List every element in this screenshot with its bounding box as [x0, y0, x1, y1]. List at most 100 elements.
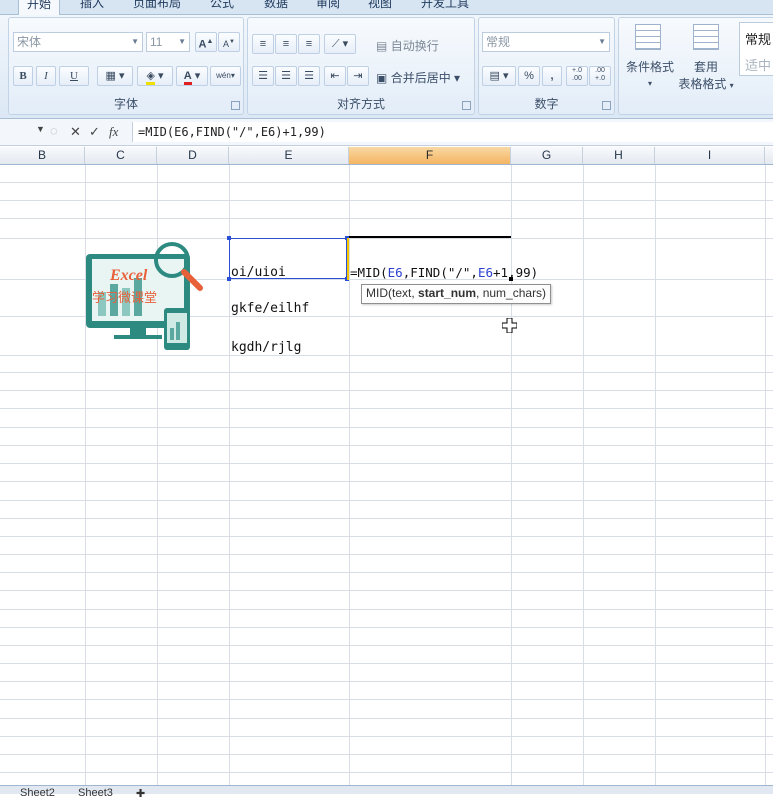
font-group-label: 字体: [113, 97, 138, 111]
column-header-g[interactable]: G: [511, 147, 583, 164]
merge-center-button[interactable]: ▣ 合并后居中 ▾: [376, 69, 460, 86]
italic-button[interactable]: I: [36, 66, 56, 86]
font-size-value: 11: [150, 35, 163, 49]
gridline-horizontal: [0, 772, 773, 773]
dialog-launcher-icon[interactable]: [231, 101, 240, 110]
fill-color-button[interactable]: ◈ ▾: [137, 66, 173, 86]
alignment-group-label: 对齐方式: [336, 97, 385, 111]
increase-indent-button[interactable]: ⇥: [347, 66, 369, 86]
sheet-tab-sheet2[interactable]: Sheet2: [20, 787, 55, 799]
decrease-indent-button[interactable]: ⇤: [324, 66, 346, 86]
gridline-horizontal: [0, 627, 773, 628]
cell-styles-gallery[interactable]: 常规 适中: [739, 22, 773, 76]
tooltip-rest: , num_chars): [476, 286, 547, 300]
dialog-launcher-icon[interactable]: [462, 101, 471, 110]
format-as-table-button[interactable]: 套用 表格格式 ▾: [673, 58, 739, 92]
cell-style-normal[interactable]: 常规: [745, 29, 771, 48]
column-header-c[interactable]: C: [85, 147, 157, 164]
font-name-combo[interactable]: 宋体 ▼: [13, 32, 143, 52]
column-header-h[interactable]: H: [583, 147, 655, 164]
shrink-font-button[interactable]: A▼: [218, 32, 240, 52]
borders-button[interactable]: ▦ ▾: [97, 66, 133, 86]
gridline-horizontal: [0, 590, 773, 591]
orientation-button[interactable]: ⟋ ▾: [324, 34, 356, 54]
name-box-dropdown-icon[interactable]: ▼: [36, 124, 45, 134]
phonetic-button[interactable]: wén▾: [210, 66, 241, 86]
cell-style-neutral[interactable]: 适中: [745, 55, 771, 74]
sheet-tab-sheet3[interactable]: Sheet3: [78, 787, 113, 799]
align-left-button[interactable]: ☰: [252, 66, 274, 86]
gridline-vertical: [765, 165, 766, 785]
underline-button[interactable]: U: [59, 66, 89, 86]
excel-class-logo[interactable]: Excel 学习微课堂: [80, 240, 215, 352]
range-selection-e6: [229, 238, 347, 279]
conditional-format-button[interactable]: 条件格式 ▾: [623, 58, 677, 89]
dialog-launcher-icon[interactable]: [602, 101, 611, 110]
gridline-horizontal: [0, 445, 773, 446]
font-color-button[interactable]: A ▾: [176, 66, 208, 86]
decrease-decimal-button[interactable]: .00 +.0: [589, 66, 611, 86]
formula-bar-splitter-icon[interactable]: ◌: [50, 123, 58, 138]
align-middle-button[interactable]: ≡: [275, 34, 297, 54]
accounting-format-button[interactable]: ▤ ▾: [482, 66, 516, 86]
tab-view[interactable]: 视图: [368, 0, 392, 14]
gridline-horizontal: [0, 736, 773, 737]
tab-page-layout[interactable]: 页面布局: [133, 0, 181, 14]
styles-group: 条件格式 ▾ 套用 表格格式 ▾ 常规 适中: [618, 17, 773, 115]
align-bottom-button[interactable]: ≡: [298, 34, 320, 54]
cell-e7[interactable]: gkfe/eilhf: [231, 301, 309, 316]
wrap-text-button[interactable]: ▤ 自动换行: [376, 37, 439, 54]
gridline-horizontal: [0, 427, 773, 428]
comma-button[interactable]: ,: [542, 66, 562, 86]
insert-function-icon[interactable]: fx: [109, 124, 118, 140]
tab-developer[interactable]: 开发工具: [421, 0, 469, 14]
align-right-button[interactable]: ☰: [298, 66, 320, 86]
increase-decimal-button[interactable]: +.0 .00: [566, 66, 588, 86]
font-size-combo[interactable]: 11 ▼: [146, 32, 190, 52]
formula-ref-e6-second: E6: [477, 265, 494, 280]
formula-suffix: +1,99): [493, 265, 539, 280]
tab-formulas[interactable]: 公式: [210, 0, 234, 14]
tab-home[interactable]: 开始: [18, 0, 61, 15]
function-argument-tooltip[interactable]: MID(text, start_num, num_chars): [361, 284, 552, 304]
cell-e8[interactable]: kgdh/rjlg: [231, 340, 301, 355]
enter-formula-icon[interactable]: ✓: [89, 124, 100, 140]
tooltip-function: MID(text,: [366, 286, 419, 300]
column-headers: B C D E F G H I: [0, 147, 773, 165]
conditional-format-label: 条件格式: [625, 60, 674, 74]
cell-f6-editing[interactable]: =MID(E6,FIND("/",E6+1,99): [350, 265, 538, 280]
cancel-formula-icon[interactable]: ✕: [70, 124, 81, 140]
insert-sheet-icon[interactable]: ✚: [136, 787, 145, 800]
gridline-horizontal: [0, 372, 773, 373]
align-top-button[interactable]: ≡: [252, 34, 274, 54]
column-header-i[interactable]: I: [655, 147, 765, 164]
ribbon-tab-bar: 开始 插入 页面布局 公式 数据 审阅 视图 开发工具: [0, 0, 773, 15]
chevron-down-icon: ▼: [178, 37, 186, 46]
chevron-down-icon: ▼: [131, 37, 139, 46]
table-format-label-2: 表格格式: [678, 77, 727, 91]
tab-insert[interactable]: 插入: [80, 0, 104, 14]
grow-font-label: A: [198, 38, 207, 51]
bold-button[interactable]: B: [13, 66, 33, 86]
gridline-vertical: [583, 165, 584, 785]
column-header-e[interactable]: E: [229, 147, 349, 164]
gridline-vertical: [511, 165, 512, 785]
gridline-horizontal: [0, 200, 773, 201]
align-center-button[interactable]: ☰: [275, 66, 297, 86]
gridline-horizontal: [0, 554, 773, 555]
formula-input[interactable]: =MID(E6,FIND("/",E6)+1,99): [132, 122, 773, 142]
merge-center-label: 合并后居中: [390, 71, 451, 85]
selection-handle[interactable]: [227, 236, 231, 240]
tab-review[interactable]: 审阅: [316, 0, 340, 14]
gridline-horizontal: [0, 681, 773, 682]
tab-data[interactable]: 数据: [264, 0, 288, 14]
selection-handle[interactable]: [227, 277, 231, 281]
align-right-icon: ☰: [304, 70, 314, 82]
formula-prefix: =MID(: [350, 265, 388, 280]
column-header-d[interactable]: D: [157, 147, 229, 164]
column-header-f[interactable]: F: [349, 147, 511, 164]
grow-font-button[interactable]: A▲: [195, 32, 217, 52]
percent-button[interactable]: %: [518, 66, 540, 86]
number-format-combo[interactable]: 常规 ▼: [482, 32, 610, 52]
column-header-b[interactable]: B: [0, 147, 85, 164]
